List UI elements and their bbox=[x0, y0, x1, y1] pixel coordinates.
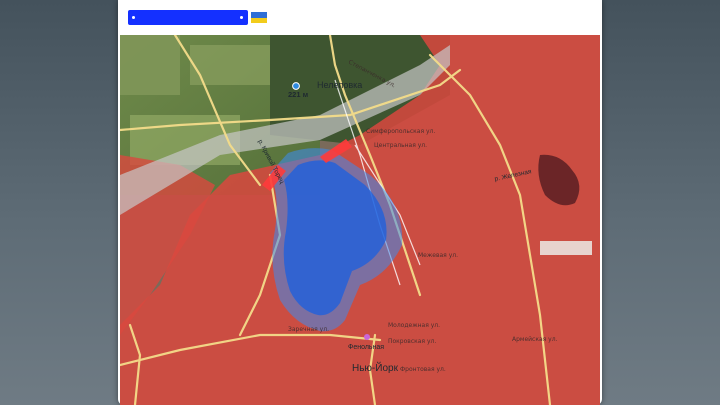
location-pin-icon bbox=[292, 82, 300, 90]
station-pin-icon bbox=[364, 334, 370, 340]
street-label: Центральная ул. bbox=[374, 142, 427, 149]
city-label-new-york: Нью-Йорк bbox=[352, 361, 399, 374]
village-label-nelepovka: Нелеповка bbox=[317, 80, 362, 90]
street-label: Молодежная ул. bbox=[388, 322, 440, 329]
map-header bbox=[118, 0, 602, 34]
redacted-title-bar bbox=[128, 10, 248, 25]
height-marker-label: 221 м bbox=[288, 90, 309, 99]
street-label: Заречная ул. bbox=[288, 326, 329, 333]
ukraine-flag-icon bbox=[251, 12, 267, 23]
street-label: Покровская ул. bbox=[388, 338, 436, 345]
street-label: Симферопольская ул. bbox=[366, 128, 435, 135]
street-label: Межевая ул. bbox=[418, 252, 458, 259]
reservoir-east bbox=[540, 241, 592, 255]
station-label: Фенольная bbox=[348, 344, 384, 351]
map-canvas[interactable]: 221 м Нелеповка Нью-Йорк Фенольная р. Кр… bbox=[120, 35, 600, 405]
map-window: 221 м Нелеповка Нью-Йорк Фенольная р. Кр… bbox=[118, 0, 602, 405]
street-label: Фронтовая ул. bbox=[400, 366, 446, 373]
street-label: Армейская ул. bbox=[512, 336, 558, 343]
